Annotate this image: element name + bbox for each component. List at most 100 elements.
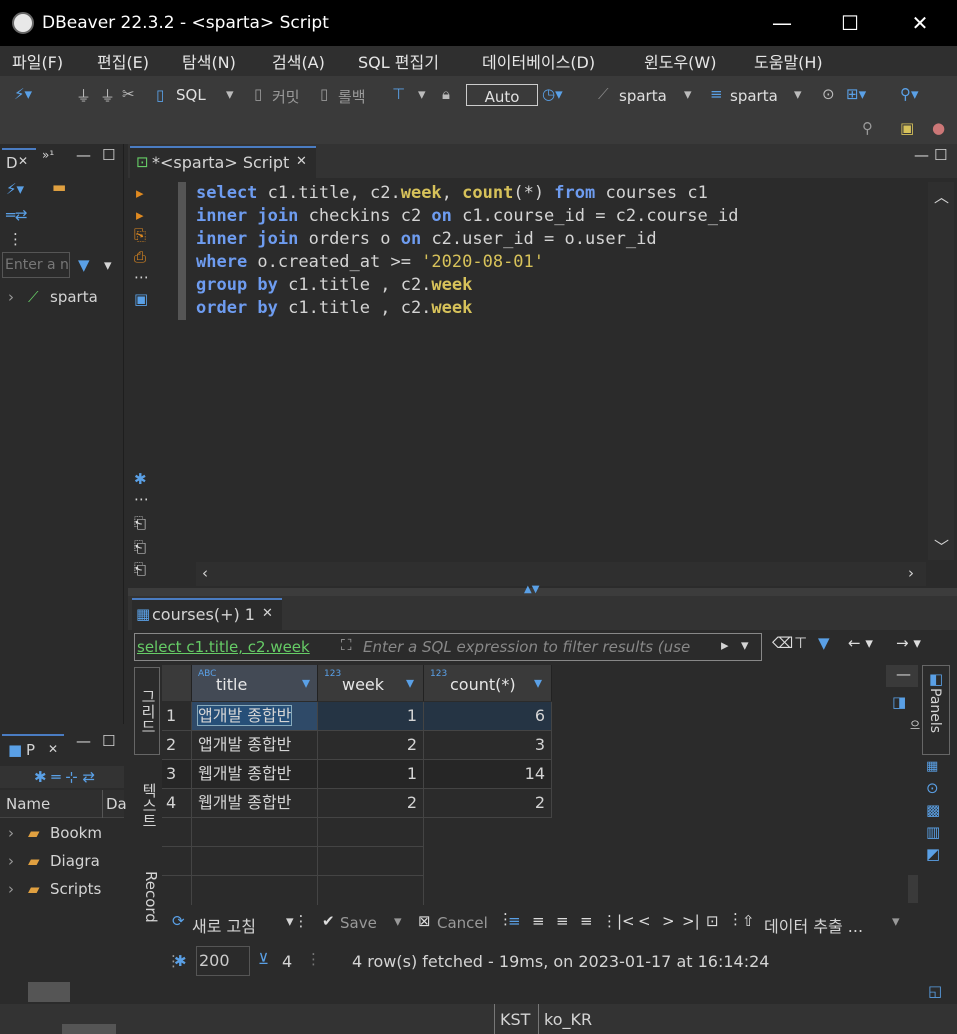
explain-icon[interactable]: ⎙ <box>134 248 146 266</box>
execute-icon[interactable]: ▸ <box>136 184 144 202</box>
table-cell[interactable]: 앱개발 종합반 <box>192 702 318 731</box>
filter-dropdown-icon[interactable]: ▾ <box>104 256 112 274</box>
open-file-icon[interactable]: ⎗ <box>134 560 146 578</box>
value-panel-icon[interactable]: ▦ <box>926 759 938 774</box>
sql-button[interactable]: SQL <box>176 86 206 104</box>
scroll-right-icon[interactable]: › <box>908 564 914 582</box>
erd-icon[interactable]: ⊞▾ <box>846 85 866 103</box>
results-filter-bar[interactable]: select c1.title, c2.week ⛶ Enter a SQL e… <box>134 633 762 661</box>
more-icon[interactable]: ⋯ <box>134 268 149 286</box>
expand-chevron-icon[interactable]: › <box>8 288 14 306</box>
search-tool-icon[interactable]: ⚲▾ <box>900 85 919 103</box>
table-cell[interactable]: 앱개발 종합반 <box>192 731 318 760</box>
table-cell[interactable]: 웹개발 종합반 <box>192 789 318 818</box>
row-number[interactable]: 3 <box>162 760 192 789</box>
maximize-button[interactable]: ☐ <box>830 8 870 38</box>
editor-tab[interactable]: ⊡ *<sparta> Script ✕ <box>130 146 316 178</box>
close-button[interactable]: ✕ <box>900 8 940 38</box>
more-icon[interactable]: ⋮ <box>8 230 23 248</box>
menu-sql-editor[interactable]: SQL 편집기 <box>358 49 439 73</box>
menu-help[interactable]: 도움말(H) <box>754 49 823 73</box>
grid-view-tab[interactable]: 그리드 <box>134 667 160 755</box>
edit-row-icon[interactable]: ≡ <box>508 912 521 930</box>
column-name-header[interactable]: Name <box>6 795 50 813</box>
close-icon[interactable]: ✕ <box>296 154 307 169</box>
new-script-icon[interactable]: ⎗ <box>134 514 146 532</box>
references-panel-icon[interactable]: ◩ <box>926 845 940 863</box>
results-tab[interactable]: ▦ courses(+) 1 ✕ <box>132 598 282 630</box>
table-cell[interactable]: 1 <box>318 702 424 731</box>
rollback-button[interactable]: 롤백 <box>338 86 366 107</box>
forward-icon[interactable]: → ▾ <box>896 634 921 652</box>
tree-item-diagrams[interactable]: Diagra <box>50 852 100 870</box>
text-view-tab[interactable]: 텍스트 <box>136 761 160 849</box>
configure-icon[interactable]: ✱ ═ ⊹ ⇄ <box>34 768 95 786</box>
datasource-selector[interactable]: sparta <box>619 87 667 105</box>
table-cell[interactable]: 2 <box>318 789 424 818</box>
schema-dropdown-icon[interactable]: ▾ <box>794 85 802 103</box>
column-header-week[interactable]: 123 week ▾ <box>318 665 424 701</box>
execute-script-icon[interactable]: ⎘ <box>134 226 146 244</box>
aggregate-panel-icon[interactable]: ▥ <box>926 823 940 841</box>
history-icon[interactable]: ◷▾ <box>542 85 563 103</box>
sort-icon[interactable]: ▾ <box>534 673 542 692</box>
fetch-settings-icon[interactable]: ✱ <box>174 952 187 970</box>
lock-icon[interactable]: 🔒︎ <box>442 85 450 103</box>
save-button[interactable]: Save <box>340 914 377 932</box>
sql-code-editor[interactable]: select c1.title, c2.week, count(*) from … <box>196 182 926 560</box>
previous-page-icon[interactable]: < <box>638 912 651 930</box>
scroll-left-icon[interactable]: ‹ <box>202 564 208 582</box>
maximize-icon[interactable]: ☐ <box>102 732 115 750</box>
refresh-dropdown-icon[interactable]: ▾⋮ <box>286 912 309 930</box>
back-icon[interactable]: ← ▾ <box>848 634 873 652</box>
sort-icon[interactable]: ▾ <box>302 673 310 692</box>
tree-item-scripts[interactable]: Scripts <box>50 880 101 898</box>
sql-editor-icon[interactable]: ▯ <box>156 86 164 104</box>
editor-results-splitter[interactable]: ▲▼ <box>128 584 957 596</box>
tree-item-sparta[interactable]: sparta <box>50 288 98 306</box>
sql-dropdown-icon[interactable]: ▾ <box>226 85 234 103</box>
export-dropdown-icon[interactable]: ▾ <box>892 912 900 930</box>
row-number[interactable]: 1 <box>162 702 192 731</box>
execute-new-tab-icon[interactable]: ▸ <box>136 206 144 224</box>
settings-icon[interactable]: ✱ <box>134 470 147 488</box>
record-view-tab[interactable]: Record <box>136 855 160 939</box>
grouping-panel-icon[interactable]: ▩ <box>926 801 940 819</box>
navigator-tab[interactable]: D ✕ <box>2 148 36 176</box>
panels-toggle[interactable]: ◧ Panels <box>922 665 950 755</box>
fit-icon[interactable]: ⊡ <box>706 912 719 930</box>
close-icon[interactable]: ✕ <box>18 154 28 168</box>
table-cell[interactable]: 14 <box>424 760 552 789</box>
minimize-icon[interactable]: — <box>896 665 911 683</box>
next-page-icon[interactable]: > <box>662 912 675 930</box>
maximize-icon[interactable]: ☐ <box>934 146 947 164</box>
sort-icon[interactable]: ▾ <box>406 673 414 692</box>
close-icon[interactable]: ✕ <box>48 742 58 756</box>
avatar[interactable]: ● <box>932 119 945 137</box>
table-cell[interactable]: 웹개발 종합반 <box>192 760 318 789</box>
splitter-arrows-icon[interactable]: ▲▼ <box>524 584 539 595</box>
locale-indicator[interactable]: ko_KR <box>544 1010 592 1029</box>
close-icon[interactable]: ✕ <box>262 606 273 621</box>
panel-scrollbar[interactable] <box>908 875 918 903</box>
panels-minimize[interactable]: — <box>886 665 918 687</box>
new-connection-icon[interactable]: ⚡▾ <box>14 85 32 103</box>
copy-row-icon[interactable]: ≡ <box>556 912 569 930</box>
table-cell[interactable]: 6 <box>424 702 552 731</box>
panel-view-icon[interactable]: ◨ <box>892 693 906 711</box>
search-icon[interactable]: ⚲ <box>862 119 873 137</box>
connect-icon[interactable]: ⏚ <box>76 85 91 106</box>
filter-input[interactable]: Enter a SQL expression to filter results… <box>363 638 719 656</box>
expand-chevron-icon[interactable]: › <box>8 880 14 898</box>
datasource-dropdown-icon[interactable]: ▾ <box>684 85 692 103</box>
row-number[interactable]: 2 <box>162 731 192 760</box>
fetch-size-input[interactable]: 200 <box>196 946 250 976</box>
add-row-icon[interactable]: ≡ <box>532 912 545 930</box>
save-dropdown-icon[interactable]: ▾ <box>394 912 402 930</box>
active-query-label[interactable]: select c1.title, c2.week <box>137 638 337 658</box>
menu-file[interactable]: 파일(F) <box>12 49 63 73</box>
restore-panel-icon[interactable]: ◱ <box>928 982 942 1000</box>
collapse-icon[interactable]: ═⇄ <box>6 206 28 224</box>
refresh-button[interactable]: 새로 고침 <box>192 913 256 937</box>
perspective-icon[interactable]: ▣ <box>900 119 914 137</box>
